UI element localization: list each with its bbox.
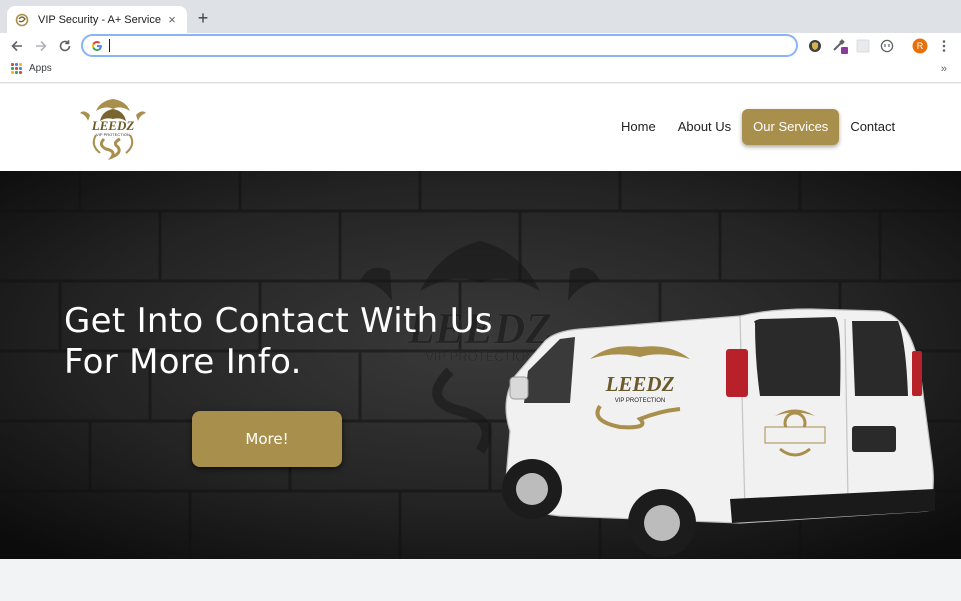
bookmarks-bar: Apps »	[0, 59, 961, 83]
eyedropper-extension-icon	[833, 39, 848, 54]
shield-extension-icon	[809, 40, 821, 52]
main-nav: Home About Us Our Services Contact	[610, 109, 906, 145]
tab-title: VIP Security - A+ Service	[38, 13, 161, 26]
close-tab-icon[interactable]: ×	[165, 12, 179, 27]
apps-label: Apps	[29, 63, 52, 74]
bookmarks-overflow-button[interactable]: »	[941, 63, 947, 75]
profile-initial: R	[916, 41, 924, 51]
back-arrow-icon	[11, 40, 22, 52]
browser-toolbar: R	[0, 33, 961, 59]
logo-text: LEEDZ	[91, 118, 135, 133]
more-button[interactable]: More!	[192, 411, 342, 467]
reload-icon	[59, 40, 71, 52]
nav-contact[interactable]: Contact	[839, 109, 906, 145]
kebab-menu-icon	[942, 40, 946, 52]
nav-about-us[interactable]: About Us	[667, 109, 742, 145]
new-tab-button[interactable]: +	[194, 8, 212, 28]
address-bar[interactable]	[81, 34, 798, 57]
hero-headline-line-2: For More Info.	[64, 342, 302, 382]
reload-button[interactable]	[55, 36, 75, 56]
hero-section: LEEDZ VIP PROTECTION LEEDZ VIP PROTECTIO…	[0, 171, 961, 559]
van-logo-subtext: VIP PROTECTION	[615, 398, 666, 404]
site-header: LEEDZ VIP PROTECTION Home About Us Our S…	[0, 84, 961, 171]
page-below-fold	[0, 559, 961, 601]
van-logo-text: LEEDZ	[605, 372, 675, 396]
extension-eyedropper[interactable]	[831, 37, 849, 55]
hero-headline: Get Into Contact With Us For More Info.	[64, 301, 493, 383]
face-extension-icon	[880, 39, 894, 53]
logo-subtext: VIP PROTECTION	[96, 132, 130, 137]
forward-arrow-icon	[36, 40, 47, 52]
browser-menu-button[interactable]	[935, 37, 953, 55]
forward-button[interactable]	[31, 36, 51, 56]
google-g-icon	[92, 40, 102, 51]
nav-home[interactable]: Home	[610, 109, 667, 145]
profile-avatar[interactable]: R	[911, 37, 929, 55]
extension-square[interactable]	[854, 37, 872, 55]
browser-tabstrip: VIP Security - A+ Service × +	[0, 0, 961, 33]
hero-headline-line-1: Get Into Contact With Us	[64, 301, 493, 341]
apps-shortcut[interactable]: Apps	[11, 63, 52, 74]
address-input[interactable]	[110, 38, 760, 53]
back-button[interactable]	[7, 36, 27, 56]
apps-grid-icon	[11, 63, 22, 74]
leedz-logo[interactable]: LEEDZ VIP PROTECTION	[76, 95, 150, 161]
browser-tab[interactable]: VIP Security - A+ Service ×	[7, 6, 187, 33]
extension-shield[interactable]	[806, 37, 824, 55]
square-extension-icon	[856, 39, 870, 53]
dragon-favicon-icon	[15, 13, 29, 26]
extension-circle[interactable]	[878, 37, 896, 55]
nav-our-services[interactable]: Our Services	[742, 109, 840, 145]
